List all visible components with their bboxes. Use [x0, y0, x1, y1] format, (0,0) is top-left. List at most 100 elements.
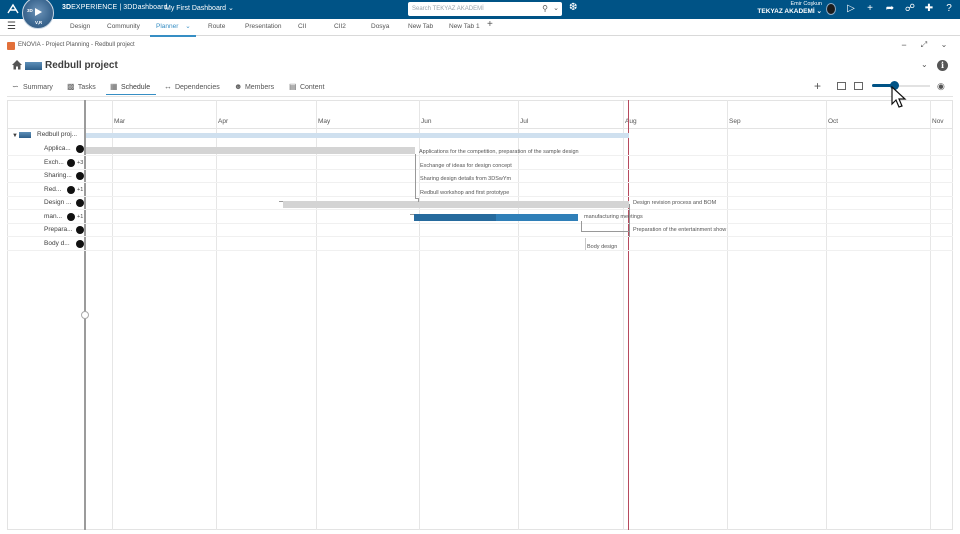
task-bar-label: Applications for the competition, prepar… [419, 149, 579, 155]
chevron-down-icon[interactable]: ⌄ [921, 60, 928, 69]
project-row-name[interactable]: Redbull proj... [37, 130, 77, 140]
month-label: Apr [218, 118, 229, 125]
month-label: Mar [114, 118, 126, 125]
avatar[interactable] [826, 3, 836, 15]
tab-community[interactable]: Community [107, 22, 140, 32]
fit-view-icon[interactable] [837, 82, 846, 90]
month-label: Nov [932, 118, 944, 125]
month-gridline [518, 100, 519, 530]
expand-toggle-icon[interactable]: ▼ [12, 131, 18, 141]
play-icon[interactable]: ▷ [845, 3, 857, 15]
search-icon[interactable]: ⚲ [542, 4, 548, 14]
task-name[interactable]: Body d... [44, 239, 70, 249]
task-bar-manufacturing[interactable] [496, 214, 578, 221]
month-gridline [112, 100, 113, 530]
arrows-icon: ↔ [164, 82, 172, 91]
tab-presentation[interactable]: Presentation [245, 22, 282, 32]
month-label: Oct [828, 118, 839, 125]
assignee-avatar[interactable] [67, 185, 75, 194]
home-icon[interactable] [11, 59, 23, 70]
task-name[interactable]: Exch... [44, 158, 64, 168]
task-name[interactable]: Sharing... [44, 171, 72, 181]
tab-new-tab[interactable]: New Tab [408, 22, 433, 32]
image-view-icon[interactable] [854, 82, 863, 90]
minimize-icon[interactable]: − [898, 40, 910, 50]
tab-dosya[interactable]: Dosya [371, 22, 389, 32]
tab-planner[interactable]: Planner ⌄ [156, 22, 191, 32]
project-summary-bar[interactable] [86, 133, 629, 138]
task-bar-label: Design revision process and BOM [633, 200, 717, 206]
dashboard-title[interactable]: My First Dashboard ⌄ [165, 4, 234, 12]
assignee-avatar[interactable] [67, 212, 75, 221]
company-name[interactable]: TEKYAZ AKADEMİ ⌄ [744, 7, 822, 15]
row-divider [7, 209, 953, 210]
subtab-tasks[interactable]: ▩ Tasks [67, 82, 96, 93]
task-name[interactable]: man... [44, 212, 62, 222]
menu-icon[interactable]: ☰ [7, 22, 16, 32]
task-bar-design-revision[interactable] [283, 201, 629, 208]
assignee-avatar[interactable] [76, 172, 84, 180]
document-icon: ▤ [289, 82, 297, 91]
dependency-line [415, 154, 416, 198]
assignee-avatar[interactable] [67, 158, 75, 167]
tab-new-tab-1[interactable]: New Tab 1 [449, 22, 480, 32]
assignee-avatar[interactable] [76, 239, 84, 248]
task-name[interactable]: Design ... [44, 198, 71, 208]
row-divider [7, 222, 953, 224]
tab-cii[interactable]: CII [298, 22, 306, 32]
task-name[interactable]: Prepara... [44, 225, 73, 235]
month-gridline [826, 100, 827, 530]
month-label: May [318, 118, 331, 125]
share-icon[interactable]: ➦ [884, 3, 896, 15]
plus-icon[interactable]: + [864, 3, 876, 15]
add-tab-button[interactable]: + [487, 20, 493, 30]
assignee-avatar[interactable] [76, 145, 84, 153]
network-icon[interactable]: ☍ [904, 3, 916, 15]
tab-route[interactable]: Route [208, 22, 225, 32]
user-info[interactable]: Emir Coşkun TEKYAZ AKADEMİ ⌄ [744, 1, 822, 15]
subtab-members[interactable]: ☻ Members [234, 82, 274, 93]
widget-menu-icon[interactable]: ⌄ [938, 40, 950, 50]
ds-logo-icon[interactable] [6, 3, 20, 16]
today-line [628, 100, 629, 530]
subtab-dependencies[interactable]: ↔ Dependencies [164, 82, 220, 93]
assignee-avatar[interactable] [76, 199, 84, 207]
help-icon[interactable]: ? [943, 3, 955, 15]
add-task-button[interactable]: + [814, 80, 821, 92]
app-title: ENOVIA - Project Planning - Redbull proj… [18, 42, 135, 48]
assignee-avatar[interactable] [76, 226, 84, 234]
search-input[interactable]: Search TEKYAZ AKADEMİ ⚲ ⌄ [408, 2, 562, 16]
maximize-icon[interactable]: ⤢ [918, 40, 930, 50]
subtab-summary[interactable]: ∽ Summary [12, 82, 53, 93]
tag-icon[interactable]: ❆ [569, 2, 577, 14]
eye-icon[interactable]: ◉ [937, 81, 945, 92]
tab-design[interactable]: Design [70, 22, 90, 32]
month-gridline [930, 100, 931, 530]
task-name[interactable]: Applica... [44, 144, 71, 154]
brand-title: 3DEXPERIENCE | 3DDashboard [62, 4, 168, 11]
month-label: Sep [729, 118, 741, 125]
assignee-count: +3 [77, 159, 84, 166]
chevron-down-icon[interactable]: ⌄ [553, 4, 559, 14]
members-icon: ☻ [234, 82, 243, 91]
top-bar: 3DEXPERIENCE | 3DDashboard My First Dash… [0, 0, 960, 19]
chart-line-icon: ∽ [12, 82, 19, 91]
info-icon[interactable]: i [937, 60, 948, 71]
task-bar-manufacturing-progress[interactable] [414, 214, 496, 221]
task-bar-label: Exchange of ideas for design concept [420, 162, 512, 169]
splitter-handle[interactable] [81, 311, 89, 319]
task-name[interactable]: Red... [44, 185, 61, 195]
tab-cii2[interactable]: CII2 [334, 22, 346, 32]
task-bar-applications[interactable] [86, 147, 415, 154]
task-bar-label: Preparation of the entertainment show [633, 227, 727, 233]
chevron-down-icon[interactable]: ⌄ [185, 23, 190, 30]
subtab-schedule[interactable]: ▦ Schedule [110, 82, 150, 93]
mouse-cursor-icon [891, 86, 907, 108]
assignee-count: +1 [77, 213, 84, 220]
subtab-content[interactable]: ▤ Content [289, 82, 324, 93]
clipboard-icon: ▩ [67, 82, 75, 91]
gantt-header-divider [7, 128, 953, 129]
chevron-down-icon[interactable]: ⌄ [228, 5, 234, 12]
tools-icon[interactable]: ✚ [923, 3, 935, 15]
play-icon [35, 8, 42, 16]
